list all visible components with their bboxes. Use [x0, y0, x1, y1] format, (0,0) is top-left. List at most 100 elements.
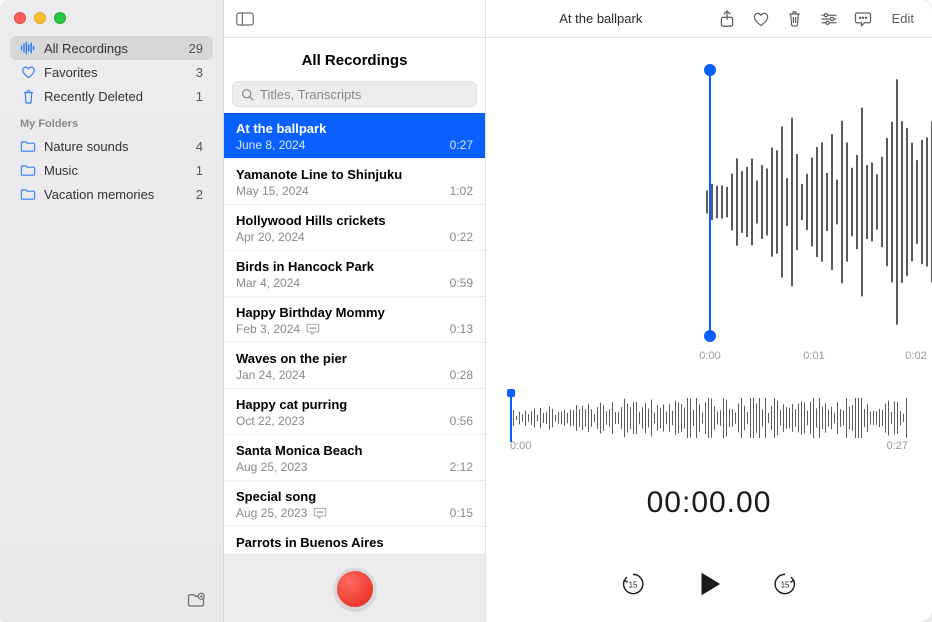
recording-date: Oct 22, 2023	[236, 414, 305, 428]
close-window-button[interactable]	[14, 12, 26, 24]
sidebar-footer	[0, 578, 223, 622]
recording-title: At the ballpark	[496, 11, 706, 26]
recording-list-item[interactable]: At the ballpark June 8, 2024 0:27	[224, 113, 485, 159]
delete-button[interactable]	[782, 7, 808, 31]
svg-text:15: 15	[781, 581, 790, 590]
edit-button[interactable]: Edit	[884, 9, 922, 28]
recording-list-item[interactable]: Parrots in Buenos Aires	[224, 527, 485, 554]
sidebar-item[interactable]: Recently Deleted1	[10, 84, 213, 108]
recording-duration: 2:12	[450, 460, 473, 474]
folder-icon	[20, 162, 36, 178]
recording-list-item[interactable]: Waves on the pier Jan 24, 2024 0:28	[224, 343, 485, 389]
search-icon	[241, 88, 254, 101]
sidebar-item-count: 29	[189, 41, 203, 56]
sidebar-item-count: 2	[196, 187, 203, 202]
recording-title: Santa Monica Beach	[236, 443, 473, 458]
minimize-window-button[interactable]	[34, 12, 46, 24]
folder-icon	[20, 138, 36, 154]
search-field[interactable]	[232, 81, 477, 107]
toggle-sidebar-button[interactable]	[232, 7, 258, 31]
play-button[interactable]	[689, 564, 729, 604]
recording-date: Apr 20, 2024	[236, 230, 305, 244]
recording-title: Happy Birthday Mommy	[236, 305, 473, 320]
recording-duration: 0:22	[450, 230, 473, 244]
recording-list-item[interactable]: Special songAug 25, 20230:15	[224, 481, 485, 527]
playback-controls: 15 15	[486, 564, 932, 604]
recording-title: Yamanote Line to Shinjuku	[236, 167, 473, 182]
record-button[interactable]	[334, 568, 376, 610]
favorite-button[interactable]	[748, 7, 774, 31]
ruler-tick: 0:01	[803, 350, 824, 362]
recording-list-item[interactable]: Yamanote Line to Shinjuku May 15, 2024 1:0…	[224, 159, 485, 205]
recording-title: Hollywood Hills crickets	[236, 213, 473, 228]
share-button[interactable]	[714, 7, 740, 31]
recording-duration: 0:56	[450, 414, 473, 428]
sidebar-item-count: 1	[196, 89, 203, 104]
recording-title: Birds in Hancock Park	[236, 259, 473, 274]
transcript-badge-icon	[306, 323, 320, 335]
scrub-start-time: 0:00	[510, 440, 531, 452]
recording-title: Waves on the pier	[236, 351, 473, 366]
ruler-tick: 0:02	[905, 350, 926, 362]
scrub-end-time: 0:27	[887, 440, 908, 452]
detail-pane: At the ballpark Edit	[486, 0, 932, 622]
recording-duration: 1:02	[450, 184, 473, 198]
folder-icon	[20, 186, 36, 202]
recording-title: Parrots in Buenos Aires	[236, 535, 473, 550]
app-window: All Recordings 29 Favorites 3 Recently Delet…	[0, 0, 932, 622]
recordings-list: At the ballpark June 8, 2024 0:27 Yamanote …	[224, 113, 485, 554]
sidebar-folder-item[interactable]: Vacation memories 2	[10, 182, 213, 206]
sidebar-item[interactable]: Favorites 3	[10, 60, 213, 84]
recording-duration: 0:28	[450, 368, 473, 382]
playback-settings-button[interactable]	[816, 7, 842, 31]
sidebar-item-label: Vacation memories	[44, 187, 154, 202]
recordings-list-title: All Recordings	[224, 38, 485, 81]
recording-date: May 15, 2024	[236, 184, 309, 198]
recording-list-item[interactable]: Happy cat purringOct 22, 20230:56	[224, 389, 485, 435]
search-input[interactable]	[260, 87, 468, 102]
svg-text:15: 15	[629, 581, 638, 590]
playhead[interactable]	[510, 394, 512, 442]
new-folder-button[interactable]	[183, 588, 209, 612]
transcribe-button[interactable]	[850, 7, 876, 31]
recording-duration: 0:15	[450, 506, 473, 520]
trash-icon	[20, 88, 36, 104]
sidebar-item-count: 3	[196, 65, 203, 80]
toolbar: At the ballpark Edit	[486, 0, 932, 38]
recording-title: At the ballpark	[236, 121, 473, 136]
recording-list-item[interactable]: Santa Monica Beach Aug 25, 2023 2:12	[224, 435, 485, 481]
sidebar-smart-list: All Recordings 29 Favorites 3 Recently Delet…	[0, 36, 223, 108]
waveform-scrubber[interactable]: 0:00 0:27	[510, 398, 908, 454]
recording-date: June 8, 2024	[236, 138, 305, 152]
recording-date: Mar 4, 2024	[236, 276, 300, 290]
ruler-tick: 0:00	[699, 350, 720, 362]
sidebar-folders-list: Nature sounds4Music1 Vacation memories 2	[0, 134, 223, 206]
sidebar-item-label: All Recordings	[44, 41, 128, 56]
recording-duration: 0:13	[450, 322, 473, 336]
recording-duration: 0:59	[450, 276, 473, 290]
skip-forward-15-button[interactable]: 15	[765, 564, 805, 604]
sidebar-folder-item[interactable]: Music1	[10, 158, 213, 182]
window-controls	[0, 8, 223, 36]
recording-list-item[interactable]: Birds in Hancock Park Mar 4, 2024 0:59	[224, 251, 485, 297]
recording-date: Aug 25, 2023	[236, 460, 307, 474]
zoom-window-button[interactable]	[54, 12, 66, 24]
skip-back-15-button[interactable]: 15	[613, 564, 653, 604]
recording-date: Jan 24, 2024	[236, 368, 305, 382]
recordings-pane: All Recordings At the ballpark June 8, 20…	[224, 0, 486, 622]
detail-body: 0:00 0:01 0:02 0:00 0:27 00:00.00 15	[486, 38, 932, 622]
transcript-badge-icon	[313, 507, 327, 519]
waveform-overview[interactable]	[486, 62, 932, 342]
sidebar-folder-item[interactable]: Nature sounds4	[10, 134, 213, 158]
sidebar-item-label: Music	[44, 163, 78, 178]
time-ruler: 0:00 0:01 0:02	[486, 350, 932, 370]
trim-start-handle-top[interactable]	[704, 64, 716, 76]
sidebar-item[interactable]: All Recordings 29	[10, 36, 213, 60]
recording-list-item[interactable]: Happy Birthday MommyFeb 3, 20240:13	[224, 297, 485, 343]
trim-start-bar[interactable]	[709, 70, 711, 334]
sidebar-item-label: Favorites	[44, 65, 97, 80]
recording-duration: 0:27	[450, 138, 473, 152]
record-footer	[224, 554, 485, 622]
recording-list-item[interactable]: Hollywood Hills crickets Apr 20, 2024 0:22	[224, 205, 485, 251]
trim-start-handle-bottom[interactable]	[704, 330, 716, 342]
